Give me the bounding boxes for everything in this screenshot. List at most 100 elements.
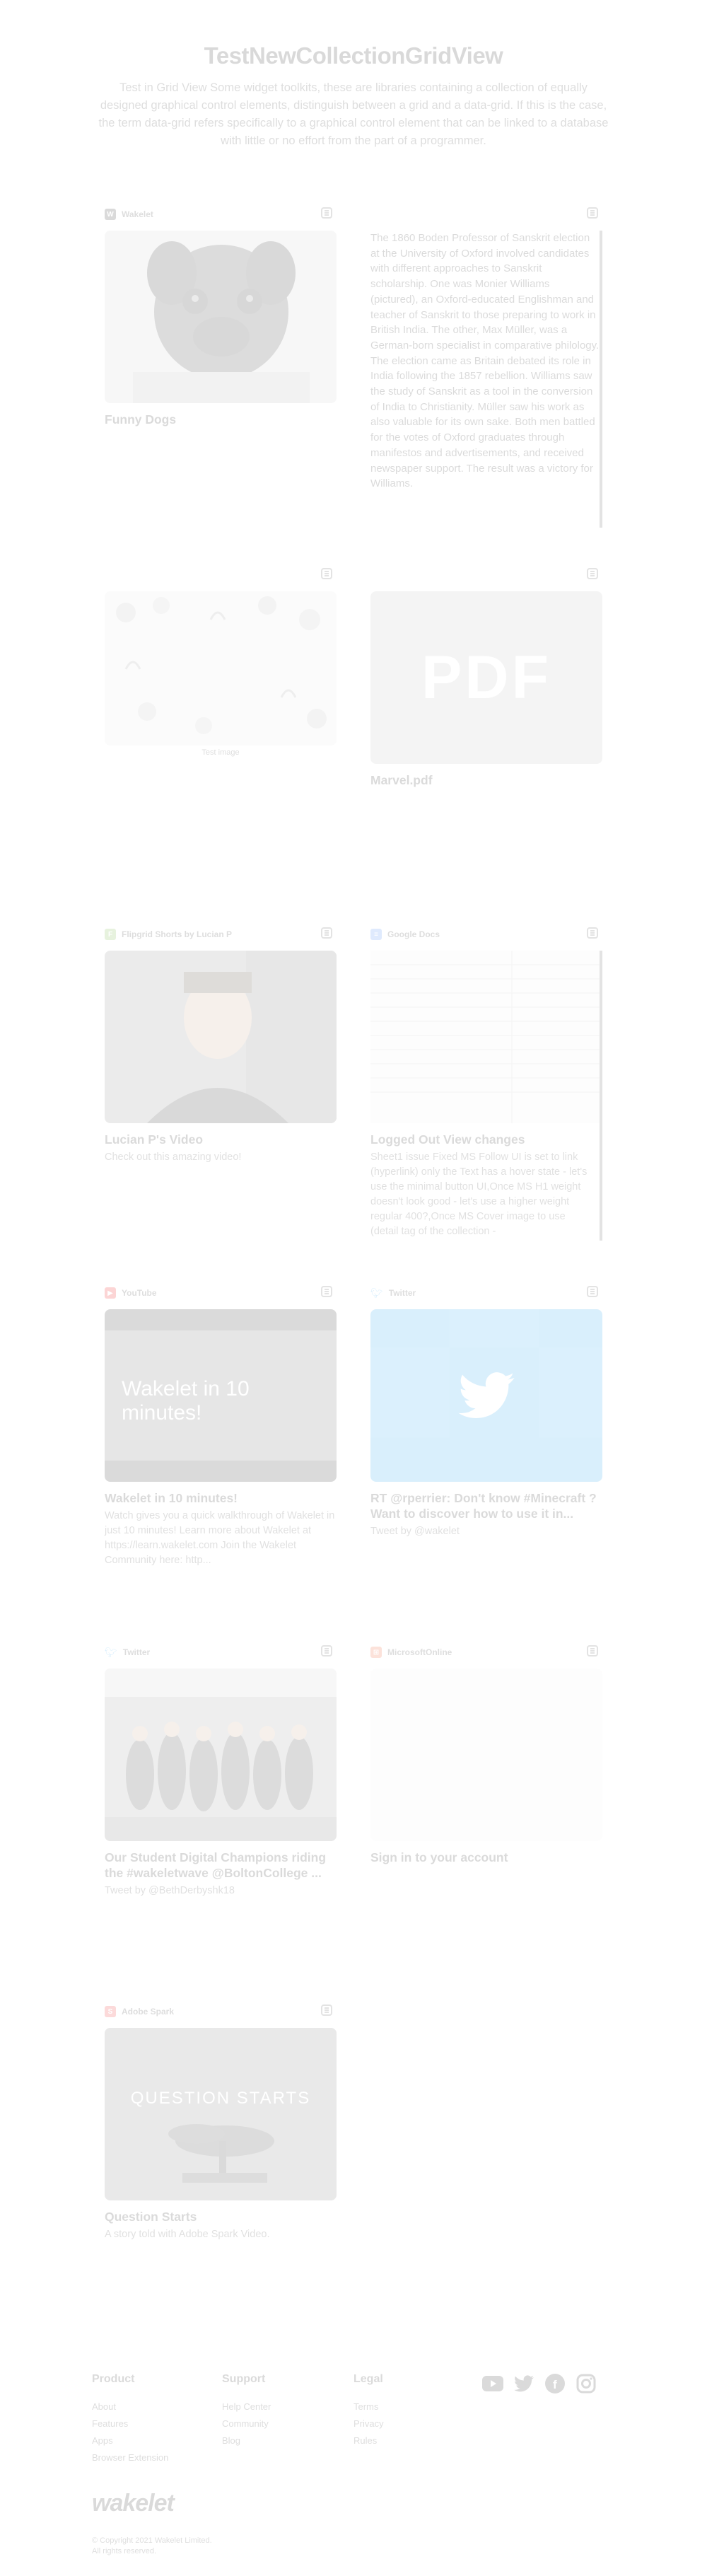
card-title[interactable]: Marvel.pdf: [370, 772, 602, 788]
twitter-icon: 🐦︎: [370, 1287, 383, 1299]
footer-heading: Support: [222, 2373, 266, 2385]
card-source: Wakelet: [122, 209, 153, 219]
page-header: TestNewCollectionGridView Test in Grid V…: [0, 42, 707, 150]
instagram-icon[interactable]: [575, 2373, 597, 2394]
card-twitter-1[interactable]: 🐦︎ Twitter RT @rperrier: Don't know #Min…: [370, 1284, 602, 1539]
card-source: Twitter: [388, 1288, 416, 1298]
card-image[interactable]: [370, 1669, 602, 1841]
page-description: Test in Grid View Some widget toolkits, …: [98, 81, 609, 147]
pdf-preview[interactable]: PDF: [370, 591, 602, 764]
footer-link-browser-extension[interactable]: Browser Extension: [92, 2449, 168, 2466]
card-description: Sheet1 issue Fixed MS Follow UI is set t…: [370, 1151, 588, 1237]
wakelet-logo[interactable]: wakelet: [92, 2490, 175, 2517]
card-microsoft[interactable]: ⊞ MicrosoftOnline Sign in to your accoun…: [370, 1643, 602, 1865]
bonsai-image: [105, 2028, 337, 2200]
card-source: MicrosoftOnline: [387, 1647, 452, 1657]
twitter-bird-icon: [458, 1372, 515, 1419]
card-menu-icon[interactable]: [587, 207, 598, 219]
card-funny-dogs[interactable]: W Wakelet Funny Dogs: [105, 205, 337, 427]
footer-heading: Product: [92, 2373, 135, 2385]
page-title: TestNewCollectionGridView: [204, 42, 503, 69]
card-source: Flipgrid Shorts by Lucian P: [122, 929, 233, 939]
card-menu-icon[interactable]: [321, 207, 332, 219]
social-links: f: [482, 2373, 597, 2394]
test-image: [105, 591, 337, 745]
video-thumbnail[interactable]: QUESTION STARTS: [105, 2028, 337, 2200]
footer-product: Product About Features Apps Browser Exte…: [92, 2373, 168, 2466]
card-text-content: The 1860 Boden Professor of Sanskrit ele…: [370, 231, 602, 528]
card-twitter-2[interactable]: 🐦︎ Twitter Our Student Digital Champions…: [105, 1643, 337, 1898]
footer-link-blog[interactable]: Blog: [222, 2432, 271, 2449]
card-source: Twitter: [122, 1647, 151, 1657]
card-flipgrid[interactable]: F Flipgrid Shorts by Lucian P Lucian P's…: [105, 925, 337, 1165]
twitter-icon[interactable]: [513, 2373, 534, 2394]
footer-link-privacy[interactable]: Privacy: [354, 2415, 384, 2432]
card-image[interactable]: [105, 231, 337, 403]
card-image[interactable]: [105, 951, 337, 1123]
copyright: © Copyright 2021 Wakelet Limited. All ri…: [92, 2536, 212, 2557]
tweet-image[interactable]: [105, 1669, 337, 1841]
footer-link-terms[interactable]: Terms: [354, 2398, 384, 2415]
adobe-spark-icon: S: [105, 2006, 116, 2017]
facebook-icon[interactable]: f: [544, 2373, 566, 2394]
card-title[interactable]: Lucian P's Video: [105, 1132, 337, 1147]
flipgrid-icon: F: [105, 929, 116, 940]
card-title[interactable]: Logged Out View changes: [370, 1132, 600, 1147]
pdf-label: PDF: [421, 643, 551, 712]
card-menu-icon[interactable]: [321, 2004, 332, 2016]
card-menu-icon[interactable]: [321, 568, 332, 579]
person-image: [105, 951, 337, 1123]
video-overlay-text: Wakelet in 10 minutes!: [122, 1377, 250, 1425]
footer-link-help-center[interactable]: Help Center: [222, 2398, 271, 2415]
twitter-icon: 🐦︎: [105, 1646, 117, 1658]
footer-link-about[interactable]: About: [92, 2398, 168, 2415]
card-title[interactable]: Our Student Digital Champions riding the…: [105, 1850, 337, 1881]
card-menu-icon[interactable]: [587, 927, 598, 939]
video-thumbnail[interactable]: Wakelet in 10 minutes!: [105, 1309, 337, 1482]
footer-link-features[interactable]: Features: [92, 2415, 168, 2432]
tweet-image[interactable]: [370, 1309, 602, 1482]
youtube-icon: ▶: [105, 1287, 116, 1299]
card-title[interactable]: Question Starts: [105, 2209, 337, 2224]
card-menu-icon[interactable]: [321, 927, 332, 939]
card-description: Check out this amazing video!: [105, 1151, 242, 1163]
card-title[interactable]: Funny Dogs: [105, 412, 337, 427]
footer-link-apps[interactable]: Apps: [92, 2432, 168, 2449]
card-pdf[interactable]: PDF Marvel.pdf: [370, 566, 602, 788]
spreadsheet-image: [370, 951, 600, 1123]
footer-heading: Legal: [354, 2373, 383, 2385]
card-text[interactable]: The 1860 Boden Professor of Sanskrit ele…: [370, 205, 602, 528]
dog-image: [105, 231, 337, 403]
card-title[interactable]: Wakelet in 10 minutes!: [105, 1490, 337, 1506]
card-source: YouTube: [122, 1288, 157, 1298]
card-source: Adobe Spark: [122, 2007, 175, 2017]
card-description: A story told with Adobe Spark Video.: [105, 2229, 270, 2240]
card-adobe-spark[interactable]: S Adobe Spark QUESTION STARTS Question S…: [105, 2002, 337, 2242]
card-menu-icon[interactable]: [321, 1286, 332, 1297]
footer-link-rules[interactable]: Rules: [354, 2432, 384, 2449]
card-test-image[interactable]: Test image: [105, 566, 337, 757]
footer-support: Support Help Center Community Blog: [222, 2373, 271, 2449]
footer-legal: Legal Terms Privacy Rules: [354, 2373, 384, 2449]
microsoft-icon: ⊞: [370, 1647, 382, 1658]
card-youtube[interactable]: ▶ YouTube Wakelet in 10 minutes! Wakelet…: [105, 1284, 337, 1568]
card-title[interactable]: RT @rperrier: Don't know #Minecraft ? Wa…: [370, 1490, 602, 1521]
card-menu-icon[interactable]: [587, 1645, 598, 1657]
card-image[interactable]: [105, 591, 337, 745]
svg-text:f: f: [553, 2378, 557, 2391]
card-source: Google Docs: [387, 929, 440, 939]
video-overlay-text: QUESTION STARTS: [130, 2089, 311, 2108]
card-menu-icon[interactable]: [587, 1286, 598, 1297]
card-google-docs[interactable]: ≡ Google Docs Logged Out View changes Sh…: [370, 925, 602, 1241]
copyright-line-2: All rights reserved.: [92, 2547, 157, 2555]
card-menu-icon[interactable]: [321, 1645, 332, 1657]
youtube-icon[interactable]: [482, 2373, 503, 2394]
copyright-line-1: © Copyright 2021 Wakelet Limited.: [92, 2536, 212, 2545]
doc-preview[interactable]: [370, 951, 600, 1123]
footer-link-community[interactable]: Community: [222, 2415, 271, 2432]
card-menu-icon[interactable]: [587, 568, 598, 579]
card-description: Tweet by @wakelet: [370, 1526, 460, 1537]
card-description: Tweet by @BethDerbyshk18: [105, 1885, 235, 1896]
group-photo: [105, 1669, 337, 1841]
card-title[interactable]: Sign in to your account: [370, 1850, 602, 1865]
